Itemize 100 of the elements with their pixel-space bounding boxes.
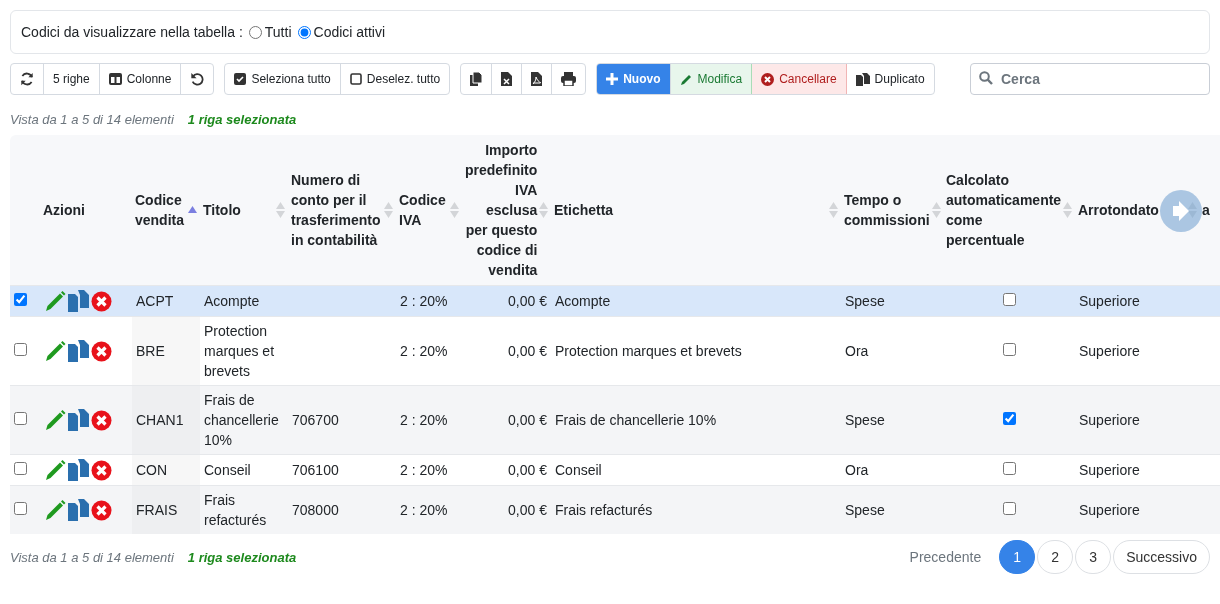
column-header: a <box>1202 201 1210 220</box>
copy-icon[interactable] <box>68 290 89 312</box>
delete-icon[interactable] <box>91 409 112 431</box>
table-cell: 2 : 20% <box>400 293 448 309</box>
sort-ascending-icon[interactable] <box>188 206 197 214</box>
table-cell: 2 : 20% <box>400 343 448 359</box>
column-header: Etichetta <box>554 201 614 220</box>
table-cell: Ora <box>845 343 869 359</box>
table-cell: 2 : 20% <box>400 462 448 478</box>
table-cell: Spese <box>845 502 885 518</box>
column-header: Importo predefinito IVA esclusa per questo codice di vendita <box>465 141 538 280</box>
column-header: Numero di conto per il trasferimento in contabilità <box>291 171 382 250</box>
column-header: Codice vendita <box>135 191 185 230</box>
undo-icon <box>190 72 205 86</box>
row-checkbox[interactable] <box>14 343 27 356</box>
copy-icon[interactable] <box>68 459 89 481</box>
radio-label: Tutti <box>264 24 292 40</box>
delete-icon <box>761 72 775 86</box>
table-cell: 0,00 € <box>508 343 547 359</box>
page-button[interactable]: 2 <box>1037 540 1074 574</box>
pencil-icon[interactable] <box>44 499 66 521</box>
table-cell: Superiore <box>1079 502 1140 518</box>
table-cell: FRAIS <box>136 502 178 518</box>
table-cell: Conseil <box>555 462 602 478</box>
previous-link[interactable]: Precedente <box>893 549 998 565</box>
table-cell: 0,00 € <box>508 462 547 478</box>
table-cell: Acompte <box>204 293 260 309</box>
table-cell: Superiore <box>1079 293 1140 309</box>
delete-icon[interactable] <box>91 290 112 312</box>
delete-icon[interactable] <box>91 459 112 481</box>
select-all-button[interactable]: Seleziona tutto <box>225 64 341 94</box>
radio-label: Codici attivi <box>313 24 386 40</box>
new-button[interactable]: Nuovo <box>597 64 671 94</box>
copy-icon <box>470 72 483 86</box>
column-header: Codice IVA <box>399 191 447 230</box>
radio-button[interactable] <box>248 25 262 39</box>
delete-icon[interactable] <box>91 340 112 362</box>
page-button[interactable]: 3 <box>1075 540 1112 574</box>
table-checkbox[interactable] <box>1002 412 1016 425</box>
row-checkbox[interactable] <box>14 293 27 306</box>
table-cell: 2 : 20% <box>400 502 448 518</box>
search-field[interactable]: Cerca <box>970 63 1210 95</box>
table-cell: Protection marques et brevets <box>204 323 275 379</box>
copy-icon[interactable] <box>68 499 89 521</box>
copy-icon[interactable] <box>68 340 89 362</box>
column-header: Arrotondato <box>1078 201 1159 220</box>
table-cell: Frais de chancellerie 10% <box>204 392 279 448</box>
filter-label: Codici da visualizzare nella tabella : <box>21 24 243 40</box>
duplicate-button[interactable]: Duplicato <box>846 64 934 94</box>
refresh-icon <box>20 72 34 86</box>
delete-button[interactable]: Cancellare <box>752 64 847 94</box>
columns-button[interactable]: Colonne <box>99 64 182 94</box>
table-cell: Superiore <box>1079 343 1140 359</box>
column-header: Tempo o commissioni <box>844 191 930 230</box>
table-cell: Protection marques et brevets <box>555 343 742 359</box>
delete-icon[interactable] <box>91 499 112 521</box>
selection-count-text: 1 riga selezionata <box>187 549 297 565</box>
copy-icon[interactable] <box>68 409 89 431</box>
row-checkbox[interactable] <box>14 412 27 425</box>
selection-count-text: 1 riga selezionata <box>187 112 297 127</box>
record-range-text: Vista da 1 a 5 di 14 elementi <box>10 112 174 127</box>
table-cell: Frais refacturés <box>555 502 653 518</box>
copy-icon <box>855 72 870 86</box>
columns-icon <box>108 73 122 85</box>
next-button[interactable]: Successivo <box>1113 540 1210 574</box>
table-cell: 706700 <box>292 412 339 428</box>
table-cell: 0,00 € <box>508 412 547 428</box>
table-cell: 2 : 20% <box>400 412 448 428</box>
page-button[interactable]: 1 <box>999 540 1036 574</box>
column-header: Calcolato automaticamente come percentuale <box>946 171 1062 250</box>
table-cell: 708000 <box>292 502 339 518</box>
column-header: Titolo <box>203 201 241 220</box>
table-cell: CHAN1 <box>136 412 184 428</box>
print-icon <box>561 72 577 86</box>
table-checkbox[interactable] <box>1002 462 1016 475</box>
table-cell: ACPT <box>136 293 174 309</box>
table-checkbox[interactable] <box>1002 502 1016 515</box>
table-cell: Frais refacturés <box>204 492 267 528</box>
table-cell: Spese <box>845 293 885 309</box>
pencil-icon <box>679 72 693 86</box>
excel-file-icon <box>501 72 513 86</box>
table-cell: BRE <box>136 343 165 359</box>
table-checkbox[interactable] <box>1002 293 1016 306</box>
row-checkbox[interactable] <box>14 462 27 475</box>
pencil-icon[interactable] <box>44 340 66 362</box>
pencil-icon[interactable] <box>44 290 66 312</box>
deselect-all-button[interactable]: Deselez. tutto <box>340 64 450 94</box>
row-checkbox[interactable] <box>14 502 27 515</box>
table-cell: 0,00 € <box>508 502 547 518</box>
radio-button[interactable] <box>297 25 311 39</box>
arrow-right-icon <box>1173 201 1189 221</box>
record-range-text: Vista da 1 a 5 di 14 elementi <box>10 549 174 565</box>
table-cell: Spese <box>845 412 885 428</box>
rows-button[interactable]: 5 righe <box>44 64 100 94</box>
pencil-icon[interactable] <box>44 459 66 481</box>
pencil-icon[interactable] <box>44 409 66 431</box>
table-checkbox[interactable] <box>1002 343 1016 356</box>
edit-button[interactable]: Modifica <box>670 64 753 94</box>
table-cell: Conseil <box>204 462 251 478</box>
table-cell: Superiore <box>1079 412 1140 428</box>
